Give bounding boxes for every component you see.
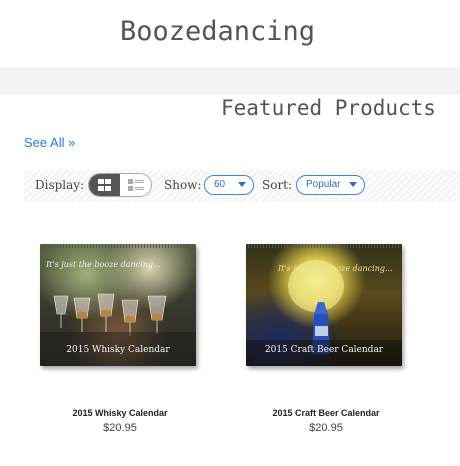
chevron-down-icon [238,182,246,187]
section-title: Featured Products [221,96,436,120]
list-view-button[interactable] [120,174,151,196]
grid-view-button[interactable] [89,174,120,196]
sort-select[interactable]: Popular [296,175,365,195]
calendar-caption: 2015 Craft Beer Calendar [264,345,384,355]
view-toggle[interactable] [88,173,152,197]
show-label: Show: [164,178,202,192]
product-price: $20.95 [309,422,343,434]
product-toolbar: Display: Show: 60 Sort: Popular [24,170,460,202]
product-image[interactable]: It's just the booze dancing... 2015 Craf… [246,244,402,366]
show-value: 60 [214,179,226,190]
product-name[interactable]: 2015 Craft Beer Calendar [246,408,406,418]
calendar-caption: 2015 Whisky Calendar [66,345,170,355]
product-image[interactable]: It's just the booze dancing... 2015 Whis… [40,244,196,366]
nav-band [0,67,460,95]
see-all-link[interactable]: See All » [24,135,75,150]
sort-value: Popular [306,179,341,190]
grid-view-icon [98,179,111,191]
site-title[interactable]: Boozedancing [120,16,315,47]
product-price: $20.95 [103,422,137,434]
sort-label: Sort: [262,178,293,192]
display-label: Display: [35,178,85,192]
calendar-tagline: It's just the booze dancing... [46,260,161,269]
list-view-icon [128,179,144,191]
calendar-tagline: It's just the booze dancing... [278,264,393,273]
show-select[interactable]: 60 [204,175,254,195]
chevron-down-icon [349,182,357,187]
product-name[interactable]: 2015 Whisky Calendar [40,408,200,418]
